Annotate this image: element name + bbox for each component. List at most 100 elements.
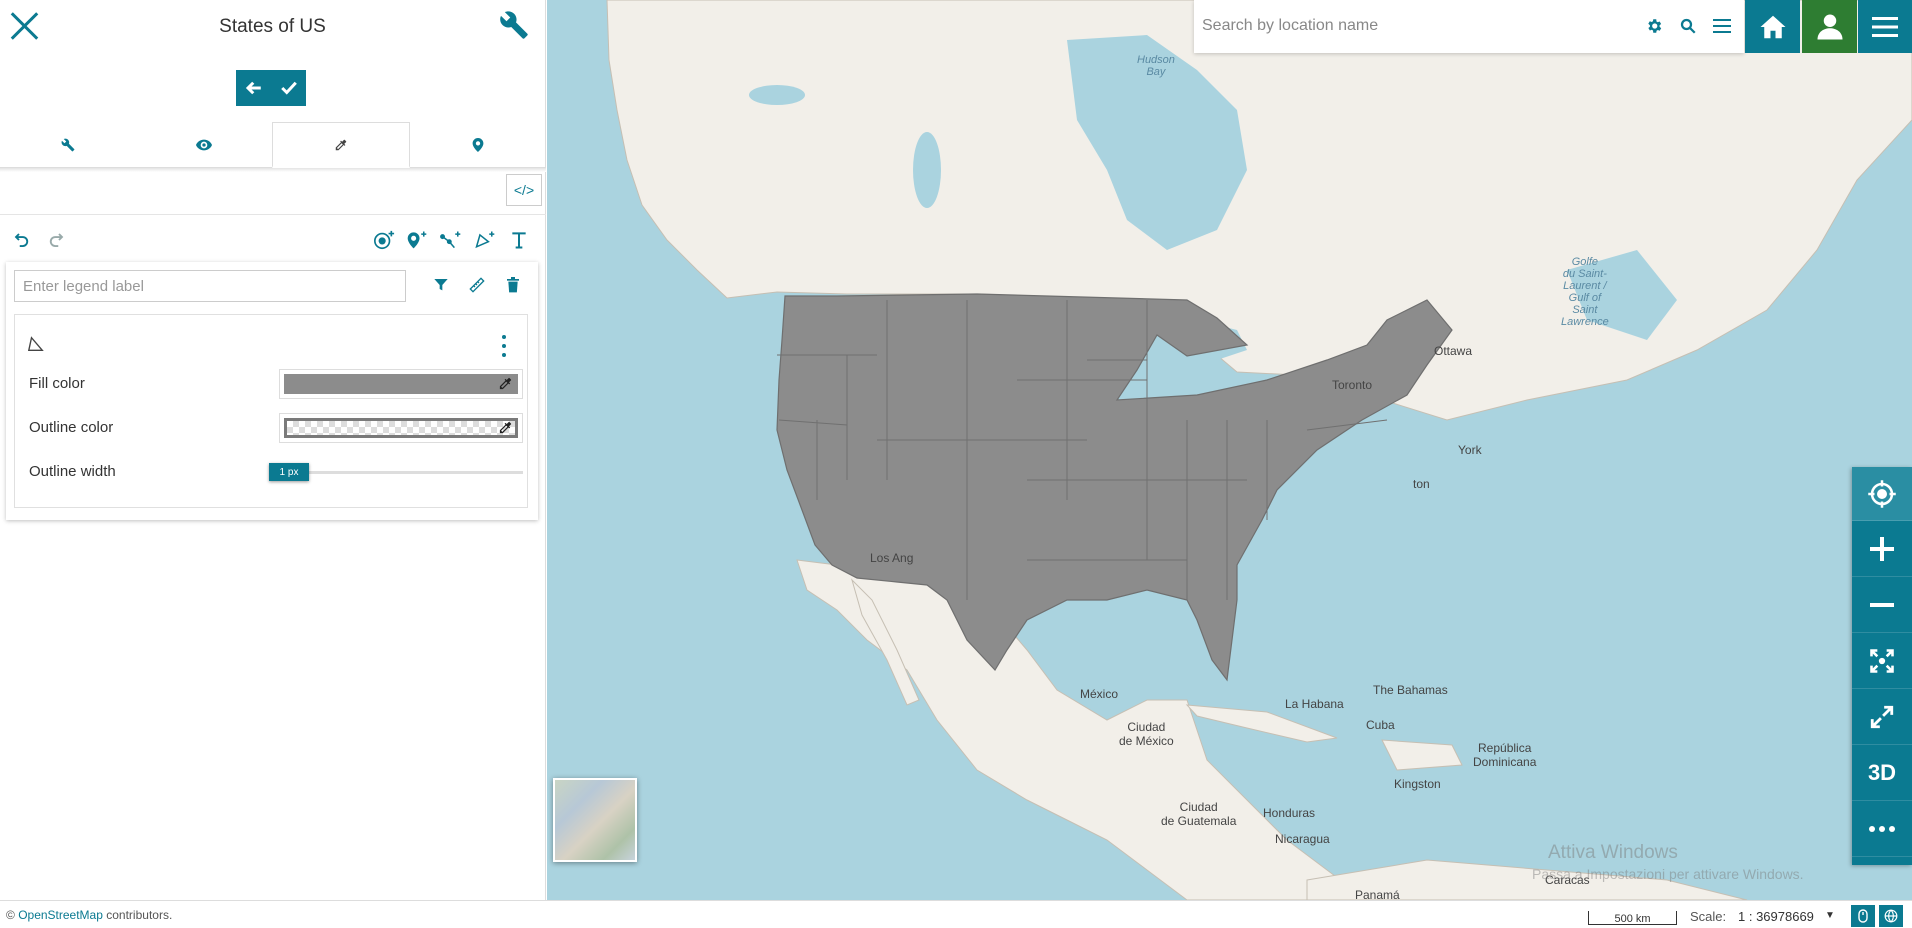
polygon-symbolizer-icon: [27, 335, 45, 353]
great-slave-lake: [749, 85, 805, 105]
check-icon: [280, 81, 297, 95]
chevron-down-icon[interactable]: ▼: [1825, 910, 1835, 921]
mouse-position-button[interactable]: [1851, 905, 1875, 927]
outline-width-slider[interactable]: [279, 471, 523, 474]
outline-color-label: Outline color: [29, 419, 114, 436]
search-menu-icon[interactable]: [1708, 12, 1736, 40]
tab-general-settings[interactable]: [0, 122, 136, 167]
fill-color-label: Fill color: [29, 375, 85, 392]
tab-feature-info[interactable]: [410, 122, 546, 167]
label-hudson-bay: Hudson Bay: [1137, 54, 1175, 78]
label-nicaragua: Nicaragua: [1275, 832, 1330, 846]
label-panama: Panamá: [1355, 888, 1400, 900]
label-mexico: México: [1080, 687, 1119, 701]
label-gulf-st-lawrence: Golfe du Saint- Laurent / Gulf of Saint …: [1561, 256, 1609, 328]
label-washington: ton: [1413, 477, 1430, 491]
mouse-icon: [1858, 909, 1868, 923]
search-bar: [1194, 0, 1744, 53]
redo-icon[interactable]: [42, 226, 70, 254]
label-ciudad-guatemala: Ciudad de Guatemala: [1161, 800, 1237, 828]
label-kingston: Kingston: [1394, 777, 1441, 791]
attribution-prefix: ©: [6, 908, 15, 922]
code-editor-button[interactable]: </>: [506, 174, 542, 206]
basemap-svg: [606, 0, 1912, 900]
confirm-button[interactable]: [271, 70, 306, 106]
lake-winnipeg: [913, 132, 941, 208]
add-point-rule-icon[interactable]: [370, 226, 398, 254]
style-toolbar: [0, 222, 546, 258]
crosshair-icon: [1868, 479, 1896, 508]
globe-icon: [1884, 909, 1898, 923]
tabs-shadow: [0, 168, 546, 172]
fill-color-picker[interactable]: [279, 369, 523, 399]
minus-icon: [1870, 602, 1894, 607]
more-options-button[interactable]: [1852, 801, 1912, 857]
dropper-icon: [335, 139, 347, 150]
filter-icon[interactable]: [428, 272, 454, 298]
3d-toggle-button[interactable]: 3D: [1852, 745, 1912, 801]
label-honduras: Honduras: [1263, 806, 1316, 820]
edit-actions-group: [236, 70, 306, 106]
legend-label-input[interactable]: [14, 270, 406, 302]
outline-width-label: Outline width: [29, 463, 116, 480]
watermark-line1: Attiva Windows: [1548, 842, 1678, 863]
trash-icon[interactable]: [500, 272, 526, 298]
openstreetmap-link[interactable]: OpenStreetMap: [18, 908, 103, 922]
eyedropper-icon: [498, 420, 514, 436]
eyedropper-icon: [498, 376, 514, 392]
label-bahamas: The Bahamas: [1373, 683, 1448, 697]
zoom-out-button[interactable]: [1852, 577, 1912, 633]
add-marker-rule-icon[interactable]: [403, 226, 431, 254]
wrench-icon[interactable]: [499, 10, 531, 42]
label-ottawa: Ottawa: [1434, 344, 1473, 358]
symbolizer-card: Fill color Outline color Outline width 1…: [14, 314, 528, 508]
outline-color-swatch: [284, 418, 518, 438]
scale-ruler-icon[interactable]: [464, 272, 490, 298]
add-polygon-rule-icon[interactable]: [471, 226, 499, 254]
label-los-angeles: Los Ang: [870, 551, 914, 565]
tab-style[interactable]: [272, 122, 410, 168]
scale-select[interactable]: 1 : 36978669: [1738, 909, 1814, 924]
user-button[interactable]: [1802, 0, 1857, 53]
zoom-in-button[interactable]: [1852, 521, 1912, 577]
label-republica-dominicana: República Dominicana: [1473, 741, 1537, 769]
crs-selector-button[interactable]: [1879, 905, 1903, 927]
scale-bar: 500 km: [1588, 911, 1677, 925]
add-line-rule-icon[interactable]: [437, 226, 465, 254]
search-settings-gear-icon[interactable]: [1640, 12, 1668, 40]
label-ciudad-mexico: Ciudad de México: [1119, 720, 1174, 748]
label-toronto: Toronto: [1332, 378, 1373, 392]
footer-bar: © OpenStreetMap contributors. 500 km Sca…: [0, 900, 1912, 928]
background-selector-thumbnail[interactable]: [553, 778, 637, 862]
scale-label: Scale:: [1690, 909, 1727, 924]
add-text-rule-icon[interactable]: [505, 226, 533, 254]
symbolizer-options-icon[interactable]: [497, 335, 511, 357]
panel-title: States of US: [219, 16, 326, 37]
label-la-habana: La Habana: [1285, 697, 1344, 711]
fullscreen-button[interactable]: [1852, 689, 1912, 745]
arrow-left-icon: [245, 81, 261, 95]
watermark-line2: Passa a Impostazioni per attivare Window…: [1532, 866, 1804, 882]
hamburger-icon: [1872, 16, 1898, 37]
panel-header: States of US: [0, 0, 545, 52]
locate-button[interactable]: [1852, 467, 1912, 521]
map-pin-icon: [472, 137, 484, 152]
undo-icon[interactable]: [8, 226, 36, 254]
back-button[interactable]: [236, 70, 271, 106]
attribution-suffix: contributors.: [106, 908, 173, 922]
fill-color-swatch: [284, 374, 518, 394]
outline-width-handle[interactable]: 1 px: [269, 463, 309, 481]
max-extent-icon: [1870, 648, 1894, 673]
main-menu-button[interactable]: [1858, 0, 1912, 53]
map-canvas[interactable]: Hudson Bay Ottawa Toronto York ton Los A…: [547, 0, 1912, 900]
search-magnifier-icon[interactable]: [1674, 12, 1702, 40]
outline-color-picker[interactable]: [279, 413, 523, 443]
home-button[interactable]: [1745, 0, 1800, 53]
map-controls: 3D: [1852, 467, 1912, 865]
search-input[interactable]: [1202, 10, 1622, 42]
zoom-to-extent-button[interactable]: [1852, 633, 1912, 689]
ellipsis-icon: [1869, 825, 1895, 832]
app: Hudson Bay Ottawa Toronto York ton Los A…: [0, 0, 1912, 928]
separator: [0, 214, 546, 215]
tab-display[interactable]: [136, 122, 272, 167]
